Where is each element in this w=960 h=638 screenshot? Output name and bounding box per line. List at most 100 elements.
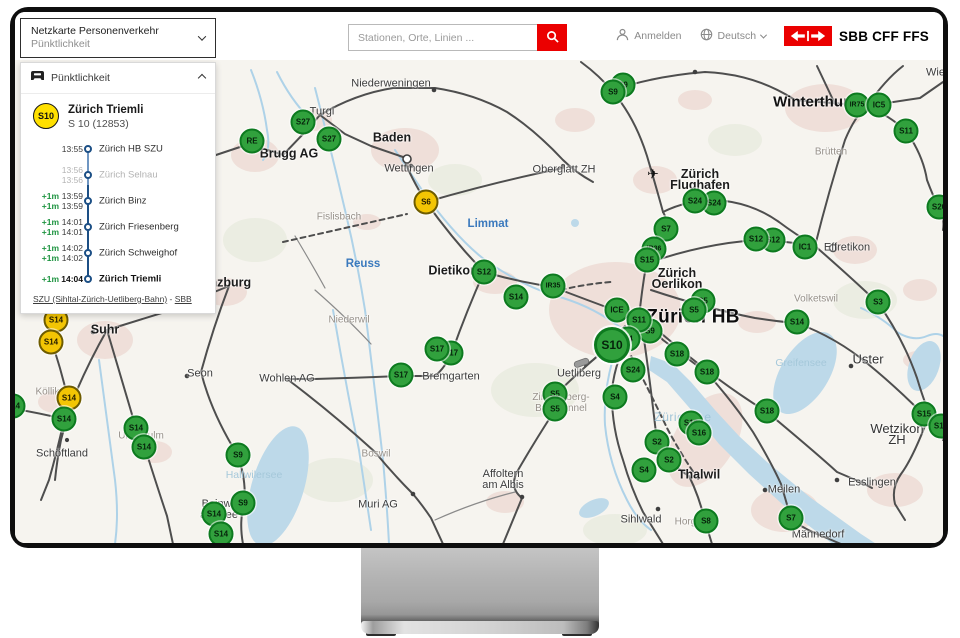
line-badge-s8[interactable]: S8	[694, 509, 719, 534]
stop-node	[84, 171, 92, 179]
town-label-z-rich-oerlikon: Zürich Oerlikon	[652, 268, 703, 290]
town-label-thalwil: Thalwil	[678, 470, 720, 481]
line-badge-s17[interactable]: S17	[425, 337, 450, 362]
line-badge-s9[interactable]: S9	[231, 491, 256, 516]
airplane-icon: ✈	[647, 166, 659, 183]
chevron-down-icon	[198, 32, 206, 40]
town-label-bremgarten: Bremgarten	[422, 372, 479, 383]
language-selector[interactable]: Deutsch	[700, 28, 767, 44]
stop-node	[84, 249, 92, 257]
stop-delay: +1m+1m	[23, 191, 59, 211]
town-label-fislisbach: Fislisbach	[317, 212, 361, 223]
town-label-z-rich-flughafen: Zürich Flughafen	[670, 169, 730, 191]
sbb-logo[interactable]: SBB CFF FFS	[784, 26, 929, 46]
stop-time: 13:55	[61, 144, 83, 154]
line-badge-s17[interactable]: S17	[389, 363, 414, 388]
line-badge-s14[interactable]: S14	[39, 330, 64, 355]
line-badge-s14[interactable]: S14	[209, 522, 234, 544]
line-badge-s18[interactable]: S18	[755, 399, 780, 424]
stop-row-z-rich-schweighof: +1m+1m14:0214:02Zürich Schweighof	[21, 240, 215, 266]
line-badge-s14[interactable]: S14	[52, 407, 77, 432]
line-badge-s3[interactable]: S3	[866, 290, 891, 315]
line-badge-s7[interactable]: S7	[779, 506, 804, 531]
line-badge-s24[interactable]: S24	[683, 189, 708, 214]
town-label-meilen: Meilen	[768, 485, 800, 496]
town-label-boswil: Boswil	[362, 449, 391, 460]
stop-delay: +1m+1m	[23, 243, 59, 263]
line-badge-ir35[interactable]: IR35	[541, 274, 566, 299]
line-badge-s27[interactable]: S27	[291, 110, 316, 135]
monitor-bezel: LimmatReussZürichseeGreifenseeHallwilers…	[10, 7, 948, 548]
chevron-down-icon	[760, 31, 767, 38]
line-badge-s9[interactable]: S9	[226, 443, 251, 468]
line-badge-s27[interactable]: S27	[317, 127, 342, 152]
stop-name: Zürich Friesenberg	[99, 222, 179, 233]
line-badge-s2[interactable]: S2	[657, 448, 682, 473]
sbb-arrows-icon	[784, 26, 832, 46]
stop-time: 14:0214:02	[61, 243, 83, 263]
town-label-m-nnedorf: Männedorf	[792, 530, 845, 541]
map-layer-select-title: Netzkarte Personenverkehr	[31, 25, 199, 38]
panel-title: Pünktlichkeit	[51, 72, 192, 84]
stop-row-z-rich-triemli: +1m14:04 Zürich Triemli	[21, 266, 215, 292]
map-layer-select[interactable]: Netzkarte Personenverkehr Pünktlichkeit	[20, 18, 216, 58]
line-badge-s5[interactable]: S5	[543, 397, 568, 422]
stop-time: 14:04	[61, 274, 83, 284]
line-badge-s6[interactable]: S6	[414, 190, 439, 215]
train-icon	[31, 69, 44, 87]
town-label-volketswil: Volketswil	[794, 294, 838, 305]
stop-time: 13:5913:59	[61, 191, 83, 211]
line-badge-s4[interactable]: S4	[632, 458, 657, 483]
operator-link[interactable]: SZU (Sihltal-Zürich-Uetliberg-Bahn)	[33, 294, 167, 304]
town-label-effretikon: Effretikon	[824, 243, 870, 254]
sbb-wordmark: SBB CFF FFS	[839, 29, 929, 44]
search-button[interactable]	[537, 24, 567, 51]
stop-name: Zürich Triemli	[99, 274, 161, 285]
stop-delay: +1m	[23, 274, 59, 284]
water-label-hallwilersee: Hallwilersee	[226, 469, 283, 481]
line-badge-s10[interactable]: S10	[594, 327, 630, 363]
search-icon	[546, 30, 559, 46]
panel-header[interactable]: Pünktlichkeit	[21, 63, 215, 94]
user-icon	[616, 28, 629, 44]
water-label-greifensee: Greifensee	[775, 357, 826, 369]
stop-delay: +1m+1m	[23, 217, 59, 237]
line-badge-s24[interactable]: S24	[621, 358, 646, 383]
line-badge-s18[interactable]: S18	[695, 360, 720, 385]
stop-name: Zürich Binz	[99, 196, 147, 207]
stop-name: Zürich HB SZU	[99, 144, 163, 155]
line-badge-s9[interactable]: S9	[601, 80, 626, 105]
line-badge-s16[interactable]: S16	[687, 421, 712, 446]
line-badge-s15[interactable]: S15	[635, 248, 660, 273]
stop-row-z-rich-hb-szu: 13:55 Zürich HB SZU	[21, 136, 215, 162]
search-input[interactable]	[348, 24, 537, 51]
stop-node	[84, 223, 92, 231]
line-badge-s14[interactable]: S14	[504, 285, 529, 310]
train-line-badge: S10	[33, 103, 59, 129]
town-label-esslingen: Esslingen	[848, 478, 896, 489]
search-bar	[348, 24, 567, 51]
company-link[interactable]: SBB	[175, 294, 192, 304]
line-badge-re[interactable]: RE	[240, 129, 265, 154]
water-label-limmat: Limmat	[468, 218, 509, 230]
town-label-wiesendangen: Wiesendangen	[926, 68, 943, 79]
line-badge-s14[interactable]: S14	[785, 310, 810, 335]
town-label-sihlwald: Sihlwald	[621, 515, 662, 526]
login-button[interactable]: Anmelden	[616, 28, 681, 44]
line-badge-s18[interactable]: S18	[665, 342, 690, 367]
line-badge-s14[interactable]: S14	[132, 435, 157, 460]
town-label-uetliberg: Uetliberg	[557, 369, 601, 380]
line-badge-s12[interactable]: S12	[744, 227, 769, 252]
line-badge-s12[interactable]: S12	[472, 260, 497, 285]
stop-row-z-rich-selnau: 13:5613:56Zürich Selnau	[21, 162, 215, 188]
line-badge-ic1[interactable]: IC1	[793, 235, 818, 260]
line-badge-s4[interactable]: S4	[603, 385, 628, 410]
monitor-screen: LimmatReussZürichseeGreifenseeHallwilers…	[15, 12, 943, 543]
town-label-wetzikon-zh: Wetzikon ZH	[870, 423, 923, 445]
login-label: Anmelden	[634, 30, 681, 42]
stops-timeline: 13:55 Zürich HB SZU 13:5613:56Zürich Selna…	[21, 136, 215, 287]
chevron-up-icon[interactable]	[198, 74, 206, 82]
line-badge-ic5[interactable]: IC5	[867, 93, 892, 118]
line-badge-s5[interactable]: S5	[682, 298, 707, 323]
line-badge-s11[interactable]: S11	[894, 119, 919, 144]
